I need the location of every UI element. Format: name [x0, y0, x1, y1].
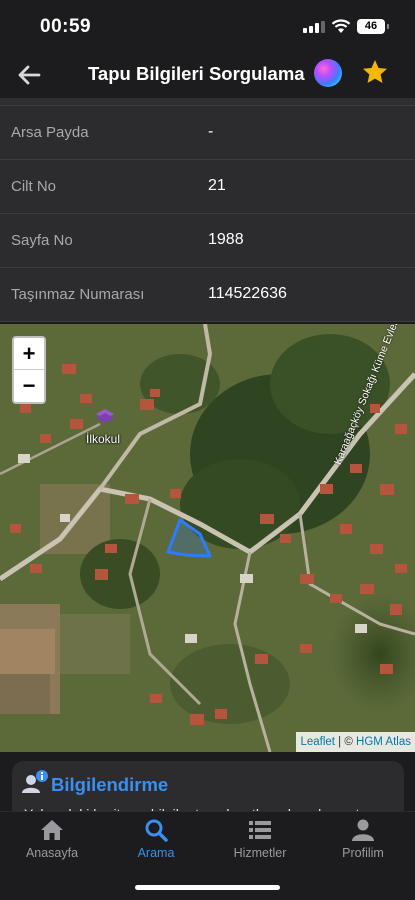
- info-row-cilt-no: Cilt No 21: [0, 160, 415, 214]
- home-indicator: [135, 885, 280, 890]
- page-title: Tapu Bilgileri Sorgulama: [88, 63, 305, 84]
- info-card-title: Bilgilendirme: [51, 774, 169, 795]
- tab-label: Hizmetler: [233, 846, 287, 860]
- attribution-separator: | ©: [334, 736, 357, 748]
- tab-anasayfa[interactable]: Anasayfa: [7, 818, 97, 860]
- info-row-arsa-payda: Arsa Payda -: [0, 106, 415, 160]
- row-label: Arsa Payda: [11, 124, 89, 141]
- list-icon: [249, 821, 271, 839]
- siri-icon[interactable]: [314, 59, 342, 87]
- row-value: 1988: [208, 231, 244, 248]
- wifi-icon: [331, 19, 351, 33]
- signal-icon: [303, 21, 325, 33]
- row-label: Sayfa No: [11, 232, 73, 249]
- search-icon: [145, 819, 168, 842]
- bottom-tab-bar: Anasayfa Arama Hizmetler Profilim: [0, 811, 415, 900]
- tab-label: Profilim: [342, 846, 384, 860]
- battery-icon: 46: [357, 19, 389, 34]
- row-label: Cilt No: [11, 178, 57, 195]
- map-attribution: Leaflet | © HGM Atlas: [296, 732, 415, 752]
- app-header: Tapu Bilgileri Sorgulama: [0, 52, 415, 98]
- parcel-info-list: Arsa Payda - Cilt No 21 Sayfa No 1988 Ta…: [0, 98, 415, 322]
- row-label: Taşınmaz Numarası: [11, 286, 145, 303]
- row-value: 21: [208, 177, 226, 194]
- zoom-in-button[interactable]: +: [14, 338, 44, 370]
- row-value: -: [208, 123, 214, 140]
- tab-arama[interactable]: Arama: [111, 818, 201, 860]
- tab-profilim[interactable]: Profilim: [318, 818, 408, 860]
- person-info-icon: [22, 770, 48, 793]
- leaflet-link[interactable]: Leaflet: [300, 736, 335, 748]
- satellite-map[interactable]: İlkokul Karaağaçköy Sokağı Küme Evleri +…: [0, 324, 415, 752]
- hgm-atlas-link[interactable]: HGM Atlas: [356, 736, 411, 748]
- person-icon: [352, 819, 374, 841]
- info-row-tasinmaz-numarasi: Taşınmaz Numarası 114522636: [0, 268, 415, 322]
- tab-label: Anasayfa: [25, 846, 79, 860]
- map-place-label: İlkokul: [86, 432, 121, 446]
- row-value: 114522636: [208, 285, 287, 302]
- tab-label: Arama: [137, 846, 175, 860]
- favorite-star-icon[interactable]: [360, 57, 390, 87]
- tab-hizmetler[interactable]: Hizmetler: [215, 818, 305, 860]
- map-imagery: [0, 324, 415, 752]
- info-row-sayfa-no: Sayfa No 1988: [0, 214, 415, 268]
- status-bar: 00:59 46: [0, 0, 415, 52]
- zoom-control: + −: [12, 336, 46, 404]
- row-divider: [0, 98, 415, 106]
- back-arrow-icon[interactable]: [14, 60, 44, 90]
- home-icon: [41, 820, 63, 840]
- status-time: 00:59: [40, 16, 92, 37]
- zoom-out-button[interactable]: −: [14, 370, 44, 402]
